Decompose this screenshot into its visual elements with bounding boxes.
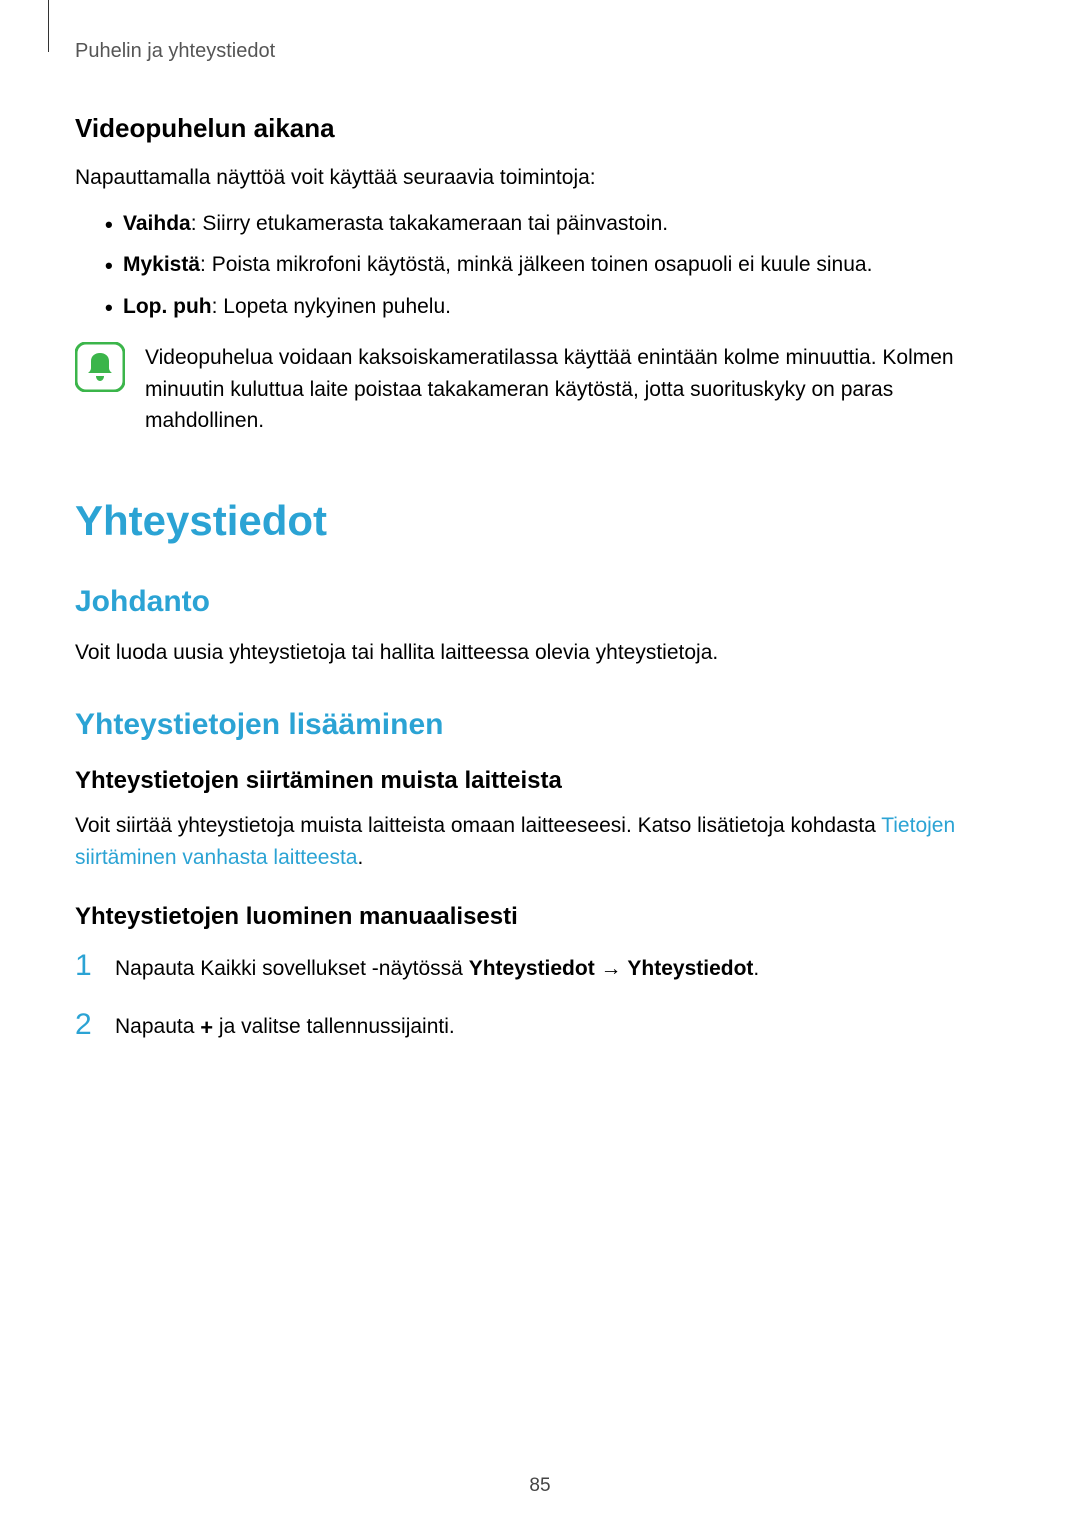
step-item: 1 Napauta Kaikki sovellukset -näytössä Y… xyxy=(75,951,1005,985)
step-text: Napauta Kaikki sovellukset -näytössä Yht… xyxy=(115,953,759,985)
text-before-link: Voit siirtää yhteystietoja muista laitte… xyxy=(75,814,881,837)
sub-title-intro: Johdanto xyxy=(75,585,1005,619)
page-header: Puhelin ja yhteystiedot xyxy=(75,40,1005,63)
list-item: Mykistä: Poista mikrofoni käytöstä, mink… xyxy=(105,249,1005,281)
step-bold1: Yhteystiedot xyxy=(469,957,595,980)
info-callout: Videopuhelua voidaan kaksoiskameratilass… xyxy=(75,342,1005,437)
list-item: Lop. puh: Lopeta nykyinen puhelu. xyxy=(105,291,1005,323)
bullet-bold: Vaihda xyxy=(123,212,191,235)
step-before: Napauta xyxy=(115,1016,200,1039)
step-arrow: → xyxy=(595,957,628,980)
step-number: 1 xyxy=(75,951,95,981)
document-page: Puhelin ja yhteystiedot Videopuhelun aik… xyxy=(0,0,1080,1527)
main-title-contacts: Yhteystiedot xyxy=(75,497,1005,545)
transfer-text: Voit siirtää yhteystietoja muista laitte… xyxy=(75,810,1005,873)
info-text: Videopuhelua voidaan kaksoiskameratilass… xyxy=(145,342,1005,437)
step-after: ja valitse tallennussijainti. xyxy=(213,1016,455,1039)
sub-heading-manual: Yhteystietojen luominen manuaalisesti xyxy=(75,903,1005,931)
intro-text: Napauttamalla näyttöä voit käyttää seura… xyxy=(75,162,1005,194)
numbered-steps: 1 Napauta Kaikki sovellukset -näytössä Y… xyxy=(75,951,1005,1044)
section-heading-video-call: Videopuhelun aikana xyxy=(75,113,1005,144)
bullet-bold: Lop. puh xyxy=(123,295,212,318)
step-before: Napauta Kaikki sovellukset -näytössä xyxy=(115,957,469,980)
bullet-bold: Mykistä xyxy=(123,253,200,276)
list-item: Vaihda: Siirry etukamerasta takakameraan… xyxy=(105,208,1005,240)
step-text: Napauta + ja valitse tallennussijainti. xyxy=(115,1011,455,1044)
bullet-list-functions: Vaihda: Siirry etukamerasta takakameraan… xyxy=(75,208,1005,323)
step-bold2: Yhteystiedot xyxy=(627,957,753,980)
step-item: 2 Napauta + ja valitse tallennussijainti… xyxy=(75,1010,1005,1045)
notification-icon xyxy=(75,342,125,392)
text-after-link: . xyxy=(358,846,364,869)
bullet-rest: : Siirry etukamerasta takakameraan tai p… xyxy=(191,212,668,235)
page-number: 85 xyxy=(529,1475,550,1497)
step-number: 2 xyxy=(75,1010,95,1040)
step-after: . xyxy=(753,957,759,980)
margin-line xyxy=(48,0,49,52)
bullet-rest: : Poista mikrofoni käytöstä, minkä jälke… xyxy=(200,253,872,276)
bullet-rest: : Lopeta nykyinen puhelu. xyxy=(212,295,451,318)
intro-body: Voit luoda uusia yhteystietoja tai halli… xyxy=(75,637,1005,669)
sub-heading-transfer: Yhteystietojen siirtäminen muista laitte… xyxy=(75,767,1005,795)
plus-icon: + xyxy=(200,1011,213,1044)
sub-title-adding: Yhteystietojen lisääminen xyxy=(75,708,1005,742)
